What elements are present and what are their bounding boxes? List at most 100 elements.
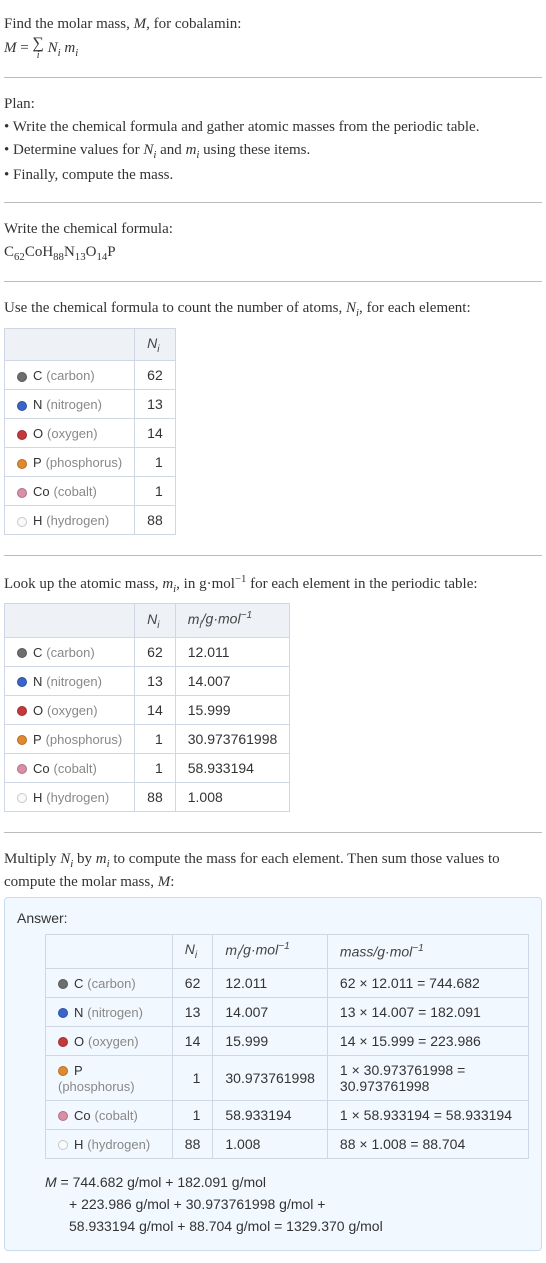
ni-cell: 1 bbox=[135, 448, 176, 477]
table-row: Co (cobalt)158.9331941 × 58.933194 = 58.… bbox=[46, 1100, 529, 1129]
ni-cell: 62 bbox=[135, 361, 176, 390]
mi-cell: 58.933194 bbox=[175, 753, 290, 782]
plan-section: Plan: • Write the chemical formula and g… bbox=[4, 88, 542, 192]
plan-b2-pre: • Determine values for bbox=[4, 142, 143, 158]
element-cell: C (carbon) bbox=[46, 968, 173, 997]
table-row: O (oxygen)14 bbox=[5, 419, 176, 448]
table-header-row: Ni bbox=[5, 328, 176, 361]
intro-section: Find the molar mass, M, for cobalamin: M… bbox=[4, 8, 542, 67]
step3-section: Look up the atomic mass, mi, in g·mol−1 … bbox=[4, 566, 542, 822]
col-mi: mi/g·mol−1 bbox=[175, 604, 290, 637]
element-cell: O (oxygen) bbox=[46, 1026, 173, 1055]
table-row: C (carbon)6212.011 bbox=[5, 637, 290, 666]
table-row: P (phosphorus)130.9737619981 × 30.973761… bbox=[46, 1055, 529, 1100]
ni-cell: 62 bbox=[135, 637, 176, 666]
table-row: O (oxygen)1415.999 bbox=[5, 695, 290, 724]
ni-cell: 13 bbox=[135, 666, 176, 695]
mi-cell: 1.008 bbox=[213, 1129, 328, 1158]
element-cell: N (nitrogen) bbox=[5, 666, 135, 695]
col-element bbox=[5, 328, 135, 361]
atom-count-table: Ni C (carbon)62N (nitrogen)13O (oxygen)1… bbox=[4, 328, 176, 536]
answer-box: Answer: Ni mi/g·mol−1 mass/g·mol−1 C (ca… bbox=[4, 897, 542, 1251]
answer-label: Answer: bbox=[17, 910, 529, 926]
mi-cell: 14.007 bbox=[213, 997, 328, 1026]
element-cell: P (phosphorus) bbox=[46, 1055, 173, 1100]
ni-cell: 1 bbox=[172, 1055, 213, 1100]
element-cell: C (carbon) bbox=[5, 637, 135, 666]
table-row: O (oxygen)1415.99914 × 15.999 = 223.986 bbox=[46, 1026, 529, 1055]
divider bbox=[4, 832, 542, 833]
element-cell: H (hydrogen) bbox=[5, 782, 135, 811]
col-ni: Ni bbox=[135, 604, 176, 637]
table-row: Co (cobalt)158.933194 bbox=[5, 753, 290, 782]
divider bbox=[4, 281, 542, 282]
element-cell: O (oxygen) bbox=[5, 419, 135, 448]
ni-cell: 1 bbox=[172, 1100, 213, 1129]
plan-title: Plan: bbox=[4, 94, 542, 115]
element-cell: P (phosphorus) bbox=[5, 448, 135, 477]
table-row: N (nitrogen)1314.007 bbox=[5, 666, 290, 695]
step2-title: Use the chemical formula to count the nu… bbox=[4, 298, 542, 321]
element-cell: C (carbon) bbox=[5, 361, 135, 390]
mi-cell: 15.999 bbox=[175, 695, 290, 724]
ni-cell: 14 bbox=[135, 695, 176, 724]
element-cell: Co (cobalt) bbox=[5, 753, 135, 782]
element-cell: P (phosphorus) bbox=[5, 724, 135, 753]
table-row: C (carbon)62 bbox=[5, 361, 176, 390]
col-ni: Ni bbox=[172, 935, 213, 968]
ni-cell: 13 bbox=[172, 997, 213, 1026]
divider bbox=[4, 77, 542, 78]
mi-cell: 1.008 bbox=[175, 782, 290, 811]
col-ni: Ni bbox=[135, 328, 176, 361]
table-row: H (hydrogen)881.008 bbox=[5, 782, 290, 811]
table-row: C (carbon)6212.01162 × 12.011 = 744.682 bbox=[46, 968, 529, 997]
element-cell: N (nitrogen) bbox=[5, 390, 135, 419]
plan-bullet-2: • Determine values for Ni and mi using t… bbox=[4, 140, 542, 163]
mass-cell: 1 × 58.933194 = 58.933194 bbox=[327, 1100, 528, 1129]
table-row: N (nitrogen)13 bbox=[5, 390, 176, 419]
element-cell: Co (cobalt) bbox=[5, 477, 135, 506]
plan-bullet-1: • Write the chemical formula and gather … bbox=[4, 117, 542, 138]
element-cell: H (hydrogen) bbox=[5, 506, 135, 535]
ni-cell: 88 bbox=[135, 782, 176, 811]
mi-cell: 12.011 bbox=[175, 637, 290, 666]
mi-cell: 58.933194 bbox=[213, 1100, 328, 1129]
step1-section: Write the chemical formula: C62CoH88N13O… bbox=[4, 213, 542, 271]
mi-cell: 30.973761998 bbox=[213, 1055, 328, 1100]
step4-section: Multiply Ni by mi to compute the mass fo… bbox=[4, 843, 542, 1255]
ni-cell: 14 bbox=[135, 419, 176, 448]
step1-title: Write the chemical formula: bbox=[4, 219, 542, 240]
table-header-row: Ni mi/g·mol−1 bbox=[5, 604, 290, 637]
answer-table: Ni mi/g·mol−1 mass/g·mol−1 C (carbon)621… bbox=[45, 934, 529, 1158]
ni-cell: 88 bbox=[135, 506, 176, 535]
ni-cell: 13 bbox=[135, 390, 176, 419]
element-cell: O (oxygen) bbox=[5, 695, 135, 724]
element-cell: H (hydrogen) bbox=[46, 1129, 173, 1158]
ni-cell: 62 bbox=[172, 968, 213, 997]
table-row: H (hydrogen)881.00888 × 1.008 = 88.704 bbox=[46, 1129, 529, 1158]
ni-cell: 1 bbox=[135, 477, 176, 506]
element-cell: N (nitrogen) bbox=[46, 997, 173, 1026]
plan-b2-mid: and bbox=[156, 142, 185, 158]
mi-cell: 14.007 bbox=[175, 666, 290, 695]
ni-cell: 88 bbox=[172, 1129, 213, 1158]
ni-cell: 1 bbox=[135, 753, 176, 782]
step2-section: Use the chemical formula to count the nu… bbox=[4, 292, 542, 545]
ni-cell: 1 bbox=[135, 724, 176, 753]
divider bbox=[4, 555, 542, 556]
intro-equation: M = ∑i Ni mi bbox=[4, 37, 542, 61]
plan-b2-post: using these items. bbox=[199, 142, 310, 158]
plan-bullet-3: • Finally, compute the mass. bbox=[4, 165, 542, 186]
col-element bbox=[5, 604, 135, 637]
table-row: P (phosphorus)130.973761998 bbox=[5, 724, 290, 753]
mass-cell: 88 × 1.008 = 88.704 bbox=[327, 1129, 528, 1158]
divider bbox=[4, 202, 542, 203]
mass-cell: 14 × 15.999 = 223.986 bbox=[327, 1026, 528, 1055]
mi-cell: 12.011 bbox=[213, 968, 328, 997]
col-mass: mass/g·mol−1 bbox=[327, 935, 528, 968]
table-header-row: Ni mi/g·mol−1 mass/g·mol−1 bbox=[46, 935, 529, 968]
molar-mass-equation: M = 744.682 g/mol + 182.091 g/mol + 223.… bbox=[45, 1171, 529, 1238]
mass-cell: 62 × 12.011 = 744.682 bbox=[327, 968, 528, 997]
table-row: H (hydrogen)88 bbox=[5, 506, 176, 535]
ni-cell: 14 bbox=[172, 1026, 213, 1055]
